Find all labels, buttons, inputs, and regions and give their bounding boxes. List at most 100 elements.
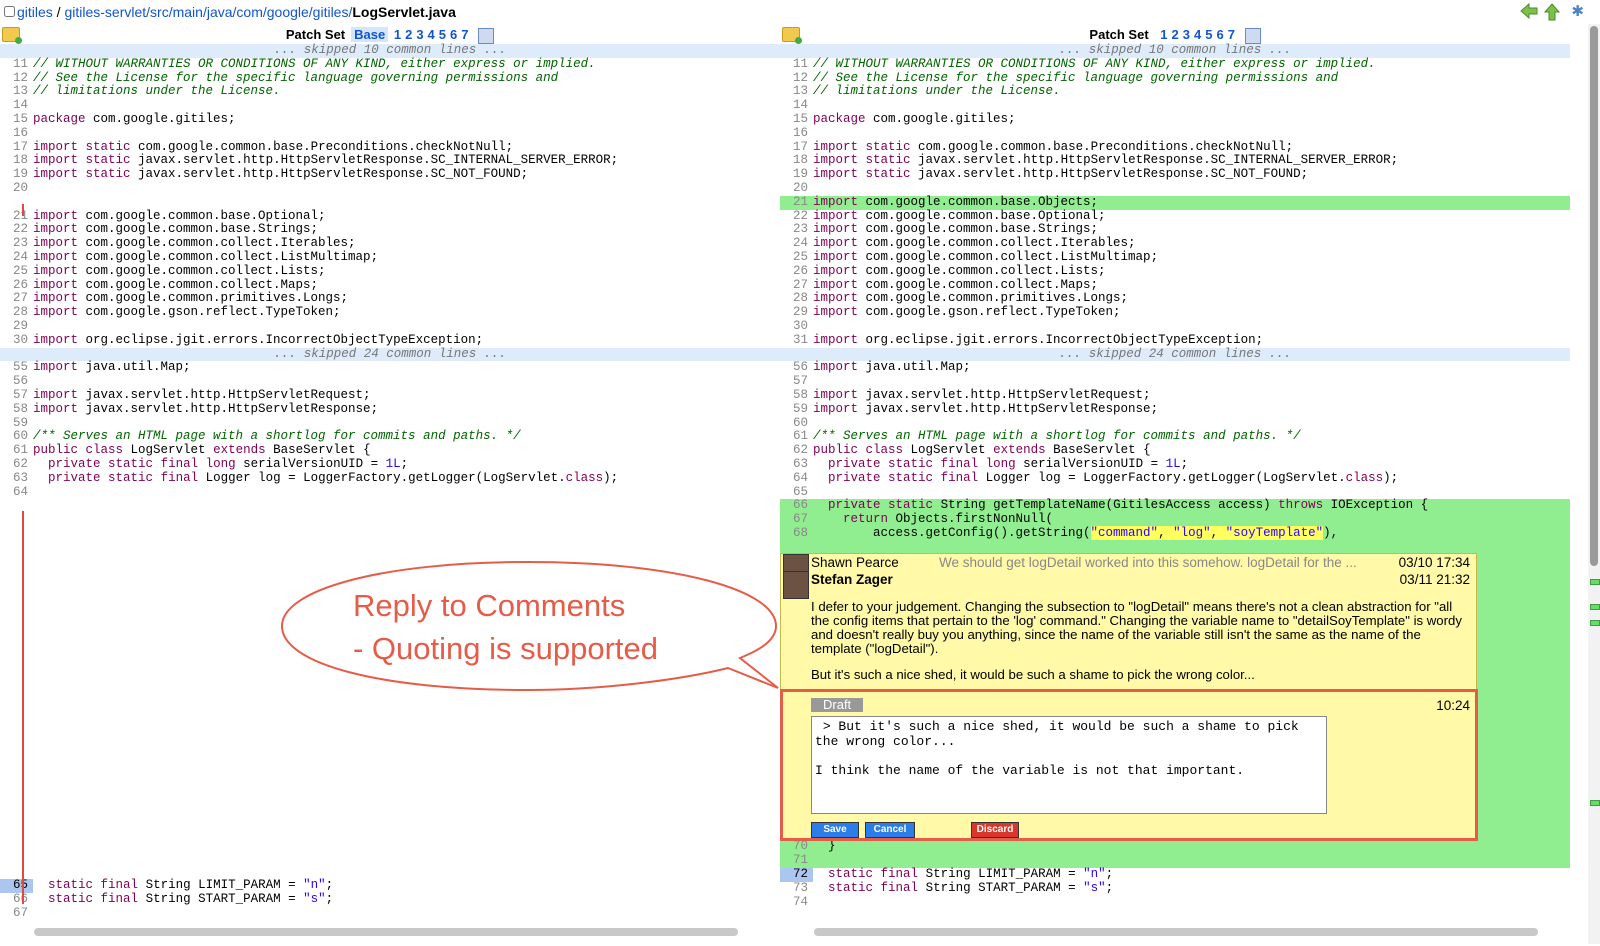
code-line[interactable]: 67 xyxy=(0,906,780,921)
line-number[interactable]: 65 xyxy=(0,878,33,894)
code-line[interactable]: 12// See the License for the specific la… xyxy=(780,71,1570,86)
up-to-change-icon[interactable] xyxy=(1544,3,1560,21)
line-number[interactable]: 66 xyxy=(0,892,33,907)
comment-date: 03/11 21:32 xyxy=(1399,572,1470,587)
code-line[interactable]: 66 static final String START_PARAM = "s"… xyxy=(0,892,780,907)
diff-marker[interactable] xyxy=(1590,604,1600,610)
code-line[interactable]: 59 import javax.servlet.http.HttpServletR… xyxy=(780,402,1570,417)
code-line[interactable]: 29 import com.google.gson.reflect.TypeTok… xyxy=(780,305,1570,320)
code-line[interactable]: 26 import com.google.common.collect.Lists… xyxy=(780,264,1570,279)
skip-row[interactable]: ... skipped 10 common lines ... xyxy=(780,43,1570,58)
cancel-button[interactable]: Cancel xyxy=(865,822,915,838)
patch-set-link-4[interactable]: 4 xyxy=(1194,27,1201,42)
code-line[interactable]: 15 package com.google.gitiles; xyxy=(780,112,1570,127)
comment-thread: Shawn Pearce We should get logDetail wor… xyxy=(780,553,1477,840)
code-line[interactable]: 14 xyxy=(780,98,1570,113)
code-line[interactable]: 65 static final String LIMIT_PARAM = "n"… xyxy=(0,878,780,894)
scrollbar-thumb[interactable] xyxy=(1590,26,1598,566)
code-line[interactable]: 68 access.getConfig().getString("command… xyxy=(780,525,1570,541)
comment-body: I defer to your judgement. Changing the … xyxy=(811,600,1471,694)
comment-author: Stefan Zager xyxy=(811,572,893,587)
code-line[interactable]: 16 xyxy=(780,126,1570,141)
code-line[interactable]: 74 xyxy=(780,895,1570,910)
code-line[interactable]: 17 import static com.google.common.base.P… xyxy=(780,140,1570,155)
discard-button[interactable]: Discard xyxy=(971,822,1019,838)
line-text: /** Serves an HTML page with a shortlog … xyxy=(813,429,1301,444)
line-text: private static String getTemplateName(Gi… xyxy=(828,498,1429,513)
code-line[interactable]: 20 xyxy=(780,181,1570,196)
code-line[interactable]: 24 import com.google.common.collect.Itera… xyxy=(780,236,1570,251)
line-number[interactable]: 74 xyxy=(780,895,813,910)
code-line[interactable]: 62 public class LogServlet extends BaseSe… xyxy=(780,443,1570,458)
diff-marker[interactable] xyxy=(1590,620,1600,626)
code-line[interactable]: 21 import com.google.common.base.Objects; xyxy=(780,194,1570,210)
download-icon[interactable] xyxy=(1244,27,1261,44)
previous-file-icon[interactable] xyxy=(1520,3,1538,19)
code-line[interactable]: 61/** Serves an HTML page with a shortlo… xyxy=(780,429,1570,444)
line-text xyxy=(813,486,1570,500)
code-line[interactable]: 57 xyxy=(780,374,1570,389)
line-text xyxy=(813,320,1570,334)
code-line[interactable]: 22 import com.google.common.base.Optional… xyxy=(780,209,1570,224)
comment-header-expanded[interactable]: Stefan Zager 03/11 21:32 xyxy=(781,571,1476,599)
line-number[interactable]: 73 xyxy=(780,881,813,896)
right-patch-set-bar: Patch Set 1234567 xyxy=(780,24,1570,44)
left-horizontal-scrollbar[interactable] xyxy=(34,928,738,936)
line-number[interactable]: 72 xyxy=(780,867,813,882)
patch-set-link-7[interactable]: 7 xyxy=(1228,27,1235,42)
code-line[interactable]: 65 xyxy=(780,485,1570,500)
patch-set-link-2[interactable]: 2 xyxy=(1172,27,1179,42)
comment-summary[interactable]: We should get logDetail worked into this… xyxy=(939,555,1374,570)
code-line[interactable]: 19 import static javax.servlet.http.HttpS… xyxy=(780,167,1570,182)
save-button[interactable]: Save xyxy=(811,822,859,838)
line-text: import com.google.common.base.Objects; xyxy=(813,194,1099,209)
patch-set-link-3[interactable]: 3 xyxy=(1183,27,1190,42)
code-line[interactable]: 60 xyxy=(780,416,1570,431)
line-number[interactable]: 67 xyxy=(0,906,33,921)
code-line[interactable]: 30 xyxy=(780,319,1570,334)
code-line[interactable]: 70 } xyxy=(780,840,1570,855)
code-line[interactable]: 31 import org.eclipse.jgit.errors.Incorre… xyxy=(780,333,1570,348)
line-text xyxy=(813,854,1570,868)
code-line[interactable]: 13// limitations under the License. xyxy=(780,84,1570,99)
draft-badge: Draft xyxy=(811,698,864,712)
comment-header-collapsed[interactable]: Shawn Pearce We should get logDetail wor… xyxy=(781,554,1476,578)
line-number[interactable]: 70 xyxy=(780,840,813,854)
code-line[interactable]: 28 import com.google.common.primitives.Lo… xyxy=(780,291,1570,306)
code-line[interactable]: 63 private static final long serialVersi… xyxy=(780,457,1570,472)
code-line[interactable]: 25 import com.google.common.collect.ListM… xyxy=(780,250,1570,265)
line-text: private static final Logger log = Logger… xyxy=(828,470,1399,485)
line-text: static final String LIMIT_PARAM = "n"; xyxy=(828,867,1114,882)
code-line[interactable]: 64 private static final Logger log = Log… xyxy=(780,470,1570,486)
patch-set-selector: Patch Set 1234567 xyxy=(780,27,1570,44)
code-line[interactable]: 66 private static String getTemplateName… xyxy=(780,498,1570,514)
code-line[interactable]: 58 import javax.servlet.http.HttpServletR… xyxy=(780,387,1570,403)
reply-textarea[interactable] xyxy=(811,716,1327,814)
diff-marker[interactable] xyxy=(1590,579,1600,585)
line-text: import com.google.gson.reflect.TypeToken… xyxy=(813,305,1121,320)
patch-set-link-5[interactable]: 5 xyxy=(1205,27,1212,42)
code-line[interactable]: 67 return Objects.firstNonNull( xyxy=(780,512,1570,527)
line-number[interactable]: 71 xyxy=(780,853,813,868)
line-text: import javax.servlet.http.HttpServletReq… xyxy=(813,387,1151,402)
code-line[interactable]: 73 static final String START_PARAM = "s"… xyxy=(780,880,1570,896)
code-line[interactable]: 11// WITHOUT WARRANTIES OR CONDITIONS OF… xyxy=(780,57,1570,72)
code-line[interactable]: 71 xyxy=(780,853,1570,869)
code-line[interactable]: 27 import com.google.common.collect.Maps; xyxy=(780,278,1570,293)
patch-set-link-1[interactable]: 1 xyxy=(1160,27,1167,42)
line-text xyxy=(813,896,1570,910)
gear-icon[interactable]: ✱ xyxy=(1571,2,1584,20)
line-text xyxy=(813,99,1570,113)
callout-line2: - Quoting is supported xyxy=(353,631,658,666)
diff-marker[interactable] xyxy=(1590,800,1600,806)
code-line[interactable]: 72 static final String LIMIT_PARAM = "n"… xyxy=(780,867,1570,882)
right-horizontal-scrollbar[interactable] xyxy=(814,928,1538,936)
skip-row[interactable]: ... skipped 24 common lines ... xyxy=(780,347,1570,362)
line-text: static final String START_PARAM = "s"; xyxy=(828,880,1114,895)
patch-set-link-6[interactable]: 6 xyxy=(1216,27,1223,42)
line-text: import com.google.common.primitives.Long… xyxy=(813,291,1129,306)
code-line[interactable]: 23 import com.google.common.base.Strings; xyxy=(780,222,1570,237)
vertical-scrollbar[interactable] xyxy=(1588,24,1600,944)
code-line[interactable]: 18 import static javax.servlet.http.HttpS… xyxy=(780,153,1570,168)
code-line[interactable]: 56 import java.util.Map; xyxy=(780,360,1570,375)
